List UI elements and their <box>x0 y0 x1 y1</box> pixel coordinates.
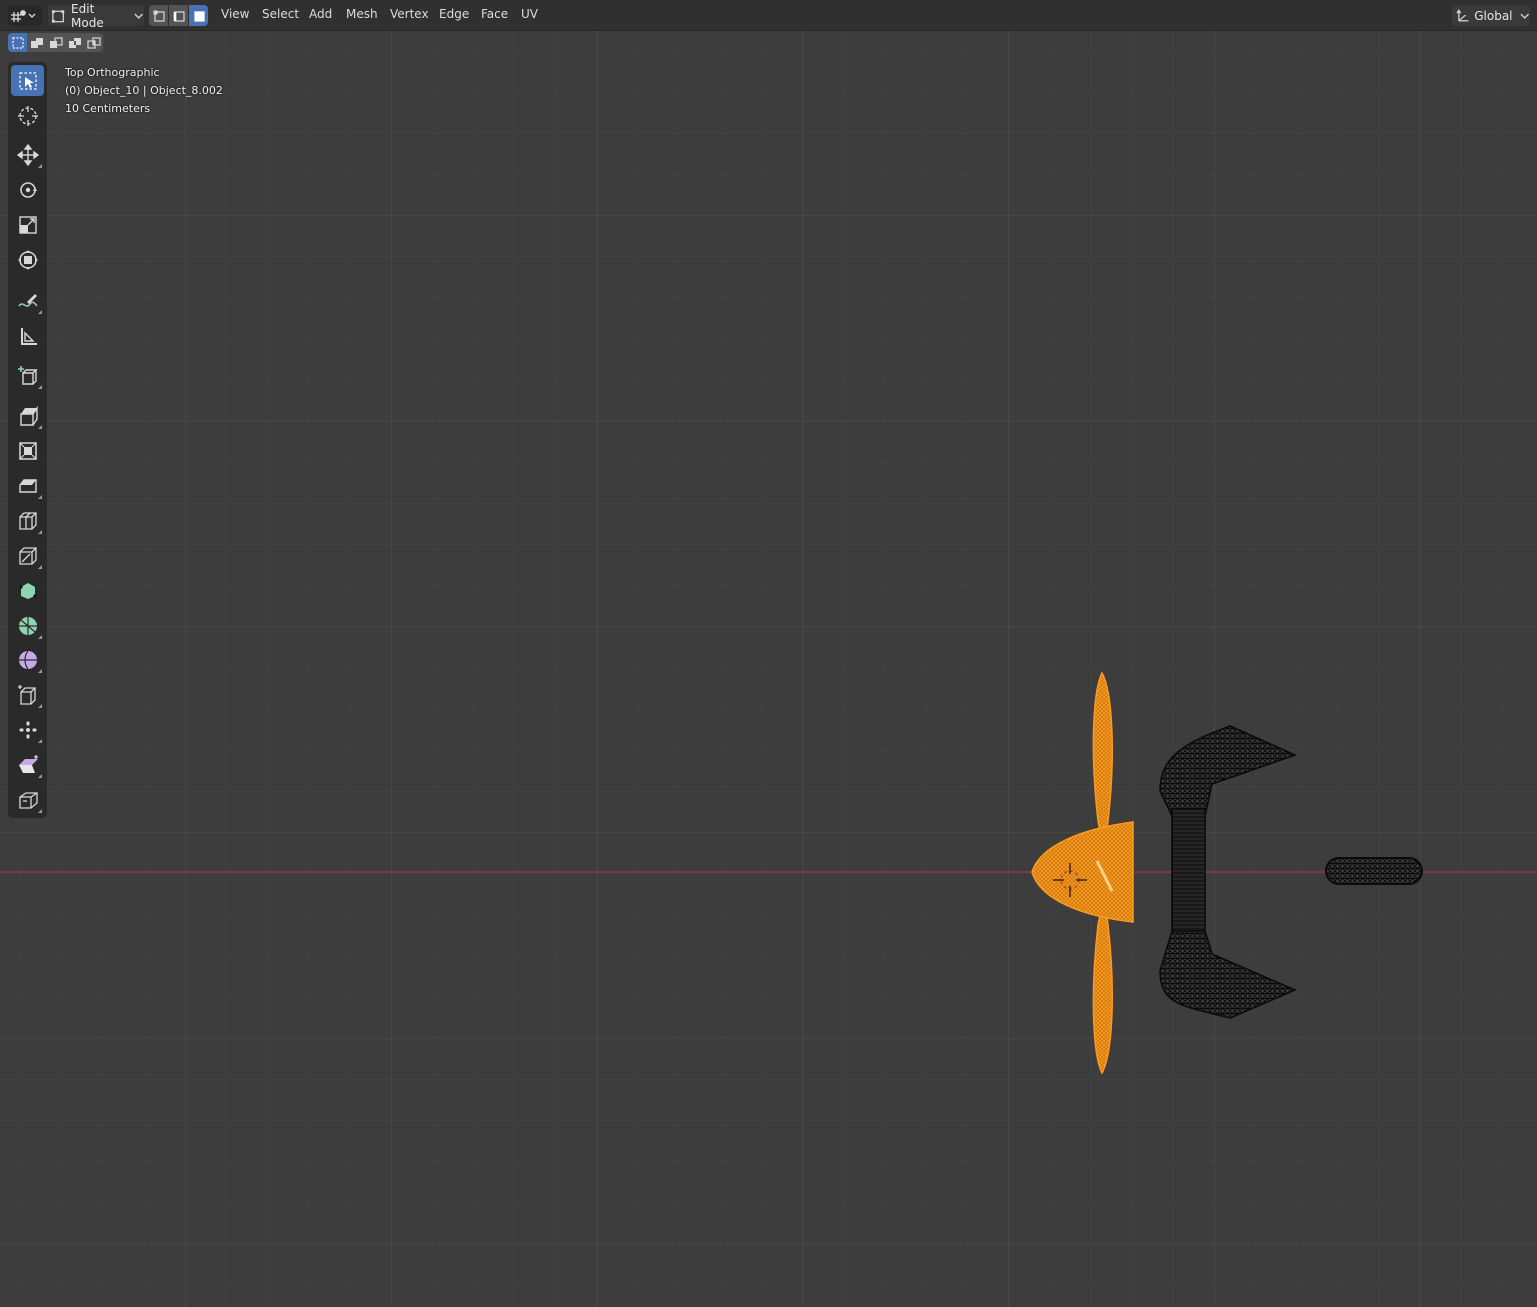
select-new-icon <box>11 36 24 49</box>
chevron-down-icon <box>134 13 143 19</box>
menu-mesh[interactable]: Mesh <box>346 7 378 21</box>
tool-shelf <box>8 62 47 818</box>
tool-options-corner <box>38 774 42 778</box>
tool-measure[interactable] <box>11 320 44 351</box>
vertex-select-icon <box>153 10 165 22</box>
grid-major <box>0 31 1537 1307</box>
rotate-icon <box>19 181 37 198</box>
cursor-icon <box>17 105 38 126</box>
menu-face[interactable]: Face <box>481 7 508 21</box>
tool-smooth[interactable] <box>11 644 44 675</box>
extrude-region-icon <box>19 405 38 426</box>
editor-type-button[interactable] <box>8 5 42 26</box>
tool-transform[interactable] <box>11 244 44 275</box>
tool-options-corner <box>38 164 42 168</box>
box-mode-invert[interactable] <box>65 33 84 52</box>
tool-options-corner <box>38 530 42 534</box>
bevel-icon <box>18 478 37 493</box>
tool-options-corner <box>38 310 42 314</box>
orientation-dropdown[interactable]: Global <box>1452 5 1530 26</box>
mode-label: Edit Mode <box>71 1 104 30</box>
tool-spin[interactable] <box>11 610 44 641</box>
tool-options-corner <box>38 739 42 743</box>
tool-options-corner <box>38 635 42 639</box>
tool-options-corner <box>38 809 42 813</box>
tool-add-cube[interactable] <box>11 360 44 391</box>
tool-options-corner <box>38 385 42 389</box>
menu-select[interactable]: Select <box>262 7 299 21</box>
tool-options-corner <box>38 565 42 569</box>
shrink-fatten-icon <box>18 720 37 739</box>
select-box-icon <box>18 71 37 90</box>
edit-mode-icon <box>51 9 65 23</box>
mode-dropdown[interactable]: Edit Mode <box>48 2 144 30</box>
view-name: Top Orthographic <box>65 66 160 79</box>
grid-scale: 10 Centimeters <box>65 102 151 115</box>
tool-bevel[interactable] <box>11 470 44 501</box>
tool-knife[interactable] <box>11 540 44 571</box>
tool-move[interactable] <box>11 139 44 170</box>
edge-slide-icon <box>17 684 36 705</box>
tool-options-corner <box>38 669 42 673</box>
chevron-down-icon <box>1519 13 1529 19</box>
tool-shrink-fatten[interactable] <box>11 714 44 745</box>
3d-viewport[interactable] <box>0 31 1537 1307</box>
box-mode-intersect[interactable] <box>84 33 103 52</box>
poly-build-icon <box>18 582 37 599</box>
tool-annotate[interactable] <box>11 285 44 316</box>
inset-faces-icon <box>18 441 37 460</box>
tool-poly-build[interactable] <box>11 575 44 606</box>
edge-select-mode[interactable] <box>169 5 188 26</box>
menu-uv[interactable]: UV <box>521 7 538 21</box>
select-intersect-icon <box>86 36 101 49</box>
menu-edge[interactable]: Edge <box>439 7 469 21</box>
smooth-icon <box>18 650 37 669</box>
tool-options-corner <box>38 704 42 708</box>
menu-view[interactable]: View <box>221 7 249 21</box>
loop-cut-icon <box>18 511 37 530</box>
editor-type-icon <box>11 9 36 22</box>
box-mode-extend[interactable] <box>27 33 46 52</box>
tool-inset-faces[interactable] <box>11 435 44 466</box>
vertex-select-mode[interactable] <box>149 5 168 26</box>
scale-icon <box>18 215 37 234</box>
tool-select-box[interactable] <box>11 65 44 96</box>
tool-extrude-region[interactable] <box>11 400 44 431</box>
tool-rotate[interactable] <box>11 174 44 205</box>
spin-icon <box>18 616 37 635</box>
box-mode-subtract[interactable] <box>46 33 65 52</box>
knife-icon <box>18 546 37 565</box>
tool-options-corner <box>38 425 42 429</box>
select-subtract-icon <box>49 36 63 48</box>
face-select-mode[interactable] <box>189 5 208 26</box>
object-info: (0) Object_10 | Object_8.002 <box>65 84 223 97</box>
viewport-info-overlay: Top Orthographic (0) Object_10 | Object_… <box>65 64 223 118</box>
shear-icon <box>18 754 38 773</box>
tool-loop-cut[interactable] <box>11 505 44 536</box>
select-invert-icon <box>68 37 81 48</box>
select-extend-icon <box>30 37 43 48</box>
menu-vertex[interactable]: Vertex <box>390 7 429 21</box>
measure-icon <box>20 327 37 345</box>
small-bar-mesh[interactable] <box>1325 857 1423 885</box>
transform-icon <box>17 249 38 270</box>
add-cube-icon <box>17 365 38 385</box>
orientation-icon <box>1456 8 1469 21</box>
rip-region-icon <box>18 791 38 809</box>
edge-select-icon <box>173 10 185 22</box>
move-icon <box>16 143 39 166</box>
tool-rip-region[interactable] <box>11 784 44 815</box>
tool-cursor[interactable] <box>11 100 44 131</box>
viewport-canvas[interactable] <box>0 31 1537 1307</box>
tool-shear[interactable] <box>11 749 44 780</box>
annotate-icon <box>17 293 38 307</box>
menu-add[interactable]: Add <box>309 7 332 21</box>
viewport-header: Edit Mode View Select Add Mesh Vertex Ed… <box>0 0 1537 31</box>
face-select-icon <box>193 10 205 22</box>
tool-scale[interactable] <box>11 209 44 240</box>
tool-options-corner <box>38 495 42 499</box>
box-mode-new[interactable] <box>8 33 27 52</box>
orientation-label: Global <box>1474 8 1513 23</box>
tool-edge-slide[interactable] <box>11 679 44 710</box>
